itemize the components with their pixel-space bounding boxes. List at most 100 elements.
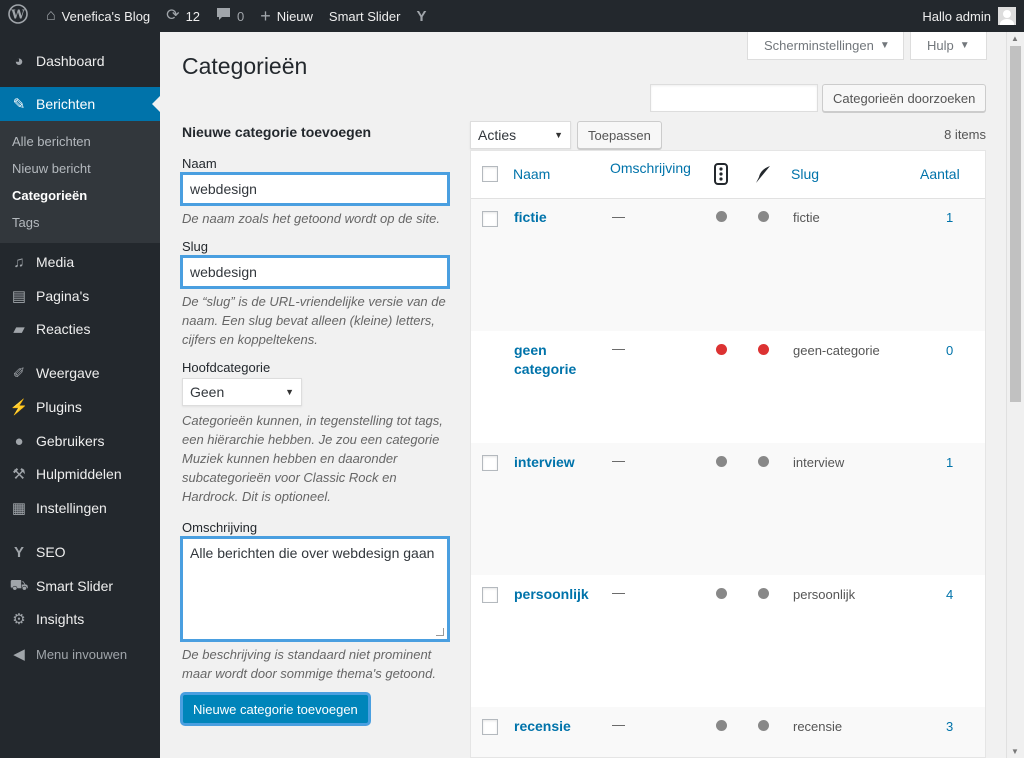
- categories-table: Naam Omschrijving Slug Aantal fictie — f…: [470, 150, 986, 758]
- column-name-header[interactable]: Naam: [513, 166, 550, 182]
- column-description-header[interactable]: Omschrijving: [610, 160, 691, 176]
- row-checkbox[interactable]: [482, 587, 498, 603]
- name-description: De naam zoals het getoond wordt op de si…: [182, 211, 440, 226]
- yoast-seo-link[interactable]: Y: [408, 0, 440, 32]
- menu-item-media[interactable]: ♫ Media: [0, 245, 160, 279]
- category-name-link[interactable]: persoonlijk: [514, 585, 589, 604]
- resize-handle-icon[interactable]: [436, 628, 444, 636]
- menu-item-users[interactable]: ● Gebruikers: [0, 424, 160, 458]
- menu-item-settings[interactable]: ▦ Instellingen: [0, 491, 160, 525]
- submenu-item-all-posts[interactable]: Alle berichten: [12, 134, 91, 149]
- submenu-item-new-post[interactable]: Nieuw bericht: [12, 161, 91, 176]
- seo-score-dot: [716, 588, 727, 599]
- scroll-up-arrow-icon[interactable]: ▲: [1011, 34, 1019, 43]
- menu-label: Hulpmiddelen: [36, 466, 122, 482]
- collapse-menu-button[interactable]: ◀ Menu invouwen: [0, 637, 160, 671]
- menu-item-plugins[interactable]: ⚡ Plugins: [0, 390, 160, 424]
- bulk-action-value: Acties: [478, 127, 517, 143]
- name-field-group: Naam webdesign De naam zoals het getoond…: [180, 156, 450, 228]
- category-slug: persoonlijk: [793, 587, 856, 602]
- search-button[interactable]: Categorieën doorzoeken: [822, 84, 987, 112]
- media-icon: ♫: [13, 253, 25, 271]
- menu-item-insights[interactable]: ⚙ Insights: [0, 602, 160, 636]
- category-name-link[interactable]: recensie: [514, 717, 571, 736]
- category-count-link[interactable]: 3: [946, 719, 953, 734]
- screen-options-button[interactable]: Scherminstellingen ▼: [747, 32, 904, 60]
- row-checkbox[interactable]: [482, 719, 498, 735]
- smart-slider-icon: ⛟: [9, 576, 29, 594]
- submenu-item-tags[interactable]: Tags: [12, 215, 39, 230]
- page-icon: ▤: [11, 288, 27, 305]
- comment-icon: ▰: [13, 321, 25, 338]
- category-name-link[interactable]: geen categorie: [514, 341, 594, 379]
- name-input[interactable]: webdesign: [180, 172, 450, 206]
- add-category-button[interactable]: Nieuwe categorie toevoegen: [180, 692, 371, 726]
- category-description: —: [612, 717, 625, 732]
- wordpress-logo-button[interactable]: W: [0, 0, 38, 32]
- submenu-item-categories[interactable]: Categorieën: [12, 188, 87, 203]
- slug-input[interactable]: webdesign: [180, 255, 450, 289]
- category-count-link[interactable]: 1: [946, 455, 953, 470]
- search-input[interactable]: [650, 84, 818, 112]
- category-slug: interview: [793, 455, 845, 470]
- seo-score-dot: [716, 211, 727, 222]
- menu-item-seo[interactable]: Y SEO: [0, 535, 160, 569]
- new-content-link[interactable]: + Nieuw: [252, 0, 321, 32]
- menu-item-comments[interactable]: ▰ Reacties: [0, 312, 160, 346]
- apply-button[interactable]: Toepassen: [577, 121, 662, 149]
- scroll-down-arrow-icon[interactable]: ▼: [1011, 747, 1019, 756]
- caret-down-icon: ▼: [959, 40, 970, 51]
- wordpress-logo-icon: W: [8, 4, 28, 28]
- feather-icon: [754, 164, 772, 187]
- description-field-group: Omschrijving Alle berichten die over web…: [180, 520, 450, 683]
- category-slug: geen-categorie: [793, 343, 880, 358]
- comments-link[interactable]: 0: [208, 0, 252, 32]
- plus-icon: +: [260, 6, 271, 26]
- page-scrollbar[interactable]: ▲ ▼: [1006, 32, 1024, 758]
- category-count-link[interactable]: 4: [946, 587, 953, 602]
- readability-score-dot: [758, 344, 769, 355]
- smart-slider-link[interactable]: Smart Slider: [321, 0, 409, 32]
- menu-item-posts[interactable]: ✎ Berichten: [0, 87, 160, 121]
- scrollbar-thumb[interactable]: [1010, 46, 1021, 402]
- updates-link[interactable]: ⟳ 12: [158, 0, 208, 32]
- description-label: Omschrijving: [182, 520, 258, 535]
- description-help: De beschrijving is standaard niet promin…: [182, 647, 436, 681]
- submit-wrap: Nieuwe categorie toevoegen: [180, 692, 371, 726]
- parent-description: Categorieën kunnen, in tegenstelling tot…: [182, 413, 443, 504]
- user-icon: ●: [14, 432, 24, 450]
- menu-item-smart-slider[interactable]: ⛟ Smart Slider: [0, 569, 160, 603]
- screen-options-label: Scherminstellingen: [764, 38, 874, 53]
- menu-item-dashboard[interactable]: ◕ Dashboard: [0, 44, 160, 78]
- bulk-action-select[interactable]: Acties ▼: [470, 121, 571, 149]
- select-all-checkbox[interactable]: [482, 166, 498, 182]
- help-button[interactable]: Hulp ▼: [910, 32, 987, 60]
- parent-select[interactable]: Geen ▼: [182, 378, 302, 406]
- bulk-actions: Acties ▼ Toepassen: [470, 121, 662, 149]
- table-header: Naam Omschrijving Slug Aantal: [471, 151, 985, 199]
- menu-item-appearance[interactable]: ✐ Weergave: [0, 356, 160, 390]
- my-account-link[interactable]: Hallo admin: [914, 0, 1018, 32]
- site-name-link[interactable]: ⌂ Venefica's Blog: [38, 0, 158, 32]
- menu-label: SEO: [36, 544, 66, 560]
- column-count-header[interactable]: Aantal: [920, 166, 960, 182]
- menu-label: Reacties: [36, 321, 91, 337]
- category-count-link[interactable]: 0: [946, 343, 953, 358]
- form-heading: Nieuwe categorie toevoegen: [182, 124, 372, 140]
- category-count-link[interactable]: 1: [946, 210, 953, 225]
- row-checkbox[interactable]: [482, 455, 498, 471]
- category-name-link[interactable]: interview: [514, 453, 575, 472]
- updates-count: 12: [185, 8, 201, 24]
- parent-label: Hoofdcategorie: [182, 360, 271, 375]
- description-textarea[interactable]: Alle berichten die over webdesign gaan: [180, 536, 450, 642]
- menu-label: Pagina's: [36, 288, 90, 304]
- menu-item-tools[interactable]: ⚒ Hulpmiddelen: [0, 457, 160, 491]
- menu-item-pages[interactable]: ▤ Pagina's: [0, 279, 160, 313]
- column-slug-header[interactable]: Slug: [791, 166, 819, 182]
- row-checkbox[interactable]: [482, 211, 498, 227]
- settings-icon: ▦: [11, 500, 27, 517]
- category-name-link[interactable]: fictie: [514, 208, 547, 227]
- category-slug: recensie: [793, 719, 843, 734]
- brush-icon: ✐: [12, 365, 26, 382]
- readability-score-dot: [758, 211, 769, 222]
